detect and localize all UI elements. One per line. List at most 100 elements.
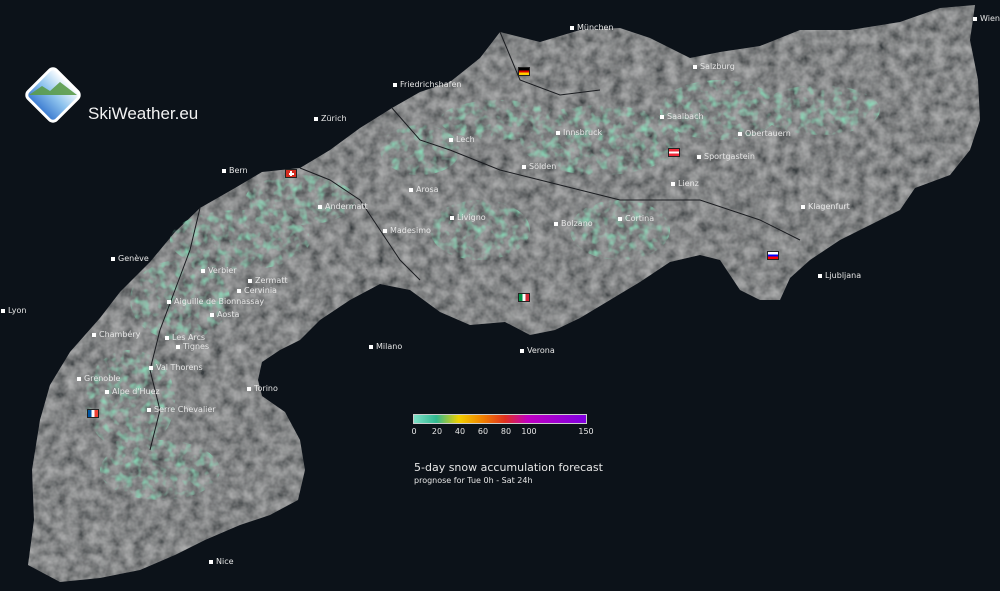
city-dot-icon bbox=[176, 345, 180, 349]
city-marker[interactable]: Andermatt bbox=[318, 202, 368, 212]
city-marker[interactable]: Nice bbox=[209, 557, 234, 567]
austria-flag bbox=[668, 148, 680, 157]
city-label: München bbox=[577, 23, 614, 32]
city-label: Aiguille de Bionnassay bbox=[174, 297, 265, 306]
legend-color-scale bbox=[413, 414, 587, 424]
city-marker[interactable]: Cortina bbox=[618, 214, 654, 224]
city-dot-icon bbox=[522, 165, 526, 169]
city-label: Saalbach bbox=[667, 112, 704, 121]
city-label: Lech bbox=[456, 135, 475, 144]
city-dot-icon bbox=[693, 65, 697, 69]
city-marker[interactable]: Verbier bbox=[201, 266, 237, 276]
city-marker[interactable]: Serre Chevalier bbox=[147, 405, 216, 415]
city-marker[interactable]: Zermatt bbox=[248, 276, 288, 286]
city-marker[interactable]: Klagenfurt bbox=[801, 202, 850, 212]
city-dot-icon bbox=[248, 279, 252, 283]
city-label: Cortina bbox=[625, 214, 655, 223]
city-dot-icon bbox=[210, 313, 214, 317]
city-marker[interactable]: Verona bbox=[520, 346, 555, 356]
city-dot-icon bbox=[450, 216, 454, 220]
city-dot-icon bbox=[409, 188, 413, 192]
legend-tick: 20 bbox=[431, 427, 443, 436]
city-label: Verbier bbox=[208, 266, 237, 275]
city-dot-icon bbox=[973, 17, 977, 21]
city-marker[interactable]: Tignes bbox=[176, 342, 209, 352]
city-marker[interactable]: Innsbruck bbox=[556, 128, 602, 138]
city-marker[interactable]: Aiguille de Bionnassay bbox=[167, 297, 264, 307]
city-dot-icon bbox=[449, 138, 453, 142]
city-marker[interactable]: Cervinia bbox=[237, 286, 277, 296]
city-marker[interactable]: Sportgastein bbox=[697, 152, 755, 162]
legend-tick: 40 bbox=[454, 427, 466, 436]
city-label: Arosa bbox=[416, 185, 439, 194]
city-marker[interactable]: Friedrichshafen bbox=[393, 80, 461, 90]
city-marker[interactable]: Bolzano bbox=[554, 219, 593, 229]
switzerland-flag bbox=[285, 169, 297, 178]
city-marker[interactable]: Milano bbox=[369, 342, 402, 352]
legend-tick: 60 bbox=[477, 427, 489, 436]
city-marker[interactable]: Wien bbox=[973, 14, 1000, 24]
city-dot-icon bbox=[1, 309, 5, 313]
city-dot-icon bbox=[556, 131, 560, 135]
city-label: Verona bbox=[527, 346, 555, 355]
city-marker[interactable]: Genève bbox=[111, 254, 149, 264]
city-dot-icon bbox=[393, 83, 397, 87]
city-label: Sportgastein bbox=[704, 152, 755, 161]
city-marker[interactable]: Arosa bbox=[409, 185, 439, 195]
legend-ticks: 0 20 40 60 80 100 150 bbox=[411, 424, 593, 438]
city-label: Torino bbox=[254, 384, 278, 393]
city-label: Zermatt bbox=[255, 276, 288, 285]
city-marker[interactable]: München bbox=[570, 23, 614, 33]
city-marker[interactable]: Val Thorens bbox=[149, 363, 203, 373]
city-marker[interactable]: Lech bbox=[449, 135, 475, 145]
legend-tick: 80 bbox=[500, 427, 512, 436]
city-dot-icon bbox=[237, 289, 241, 293]
city-marker[interactable]: Lyon bbox=[1, 306, 26, 316]
city-dot-icon bbox=[165, 336, 169, 340]
city-marker[interactable]: Saalbach bbox=[660, 112, 704, 122]
city-label: Alpe d'Huez bbox=[112, 387, 160, 396]
city-marker[interactable]: Salzburg bbox=[693, 62, 735, 72]
city-marker[interactable]: Ljubljana bbox=[818, 271, 861, 281]
city-marker[interactable]: Obertauern bbox=[738, 129, 791, 139]
city-label: Cervinia bbox=[244, 286, 277, 295]
city-dot-icon bbox=[671, 182, 675, 186]
city-dot-icon bbox=[201, 269, 205, 273]
city-label: Madesimo bbox=[390, 226, 431, 235]
city-label: Milano bbox=[376, 342, 403, 351]
city-dot-icon bbox=[383, 229, 387, 233]
city-label: Ljubljana bbox=[825, 271, 862, 280]
city-label: Chambéry bbox=[99, 330, 141, 339]
city-marker[interactable]: Bern bbox=[222, 166, 248, 176]
city-label: Lienz bbox=[678, 179, 699, 188]
city-dot-icon bbox=[660, 115, 664, 119]
city-dot-icon bbox=[318, 205, 322, 209]
city-label: Bolzano bbox=[561, 219, 593, 228]
city-label: Innsbruck bbox=[563, 128, 603, 137]
city-marker[interactable]: Alpe d'Huez bbox=[105, 387, 160, 397]
city-marker[interactable]: Zürich bbox=[314, 114, 347, 124]
city-marker[interactable]: Chambéry bbox=[92, 330, 140, 340]
city-dot-icon bbox=[111, 257, 115, 261]
city-marker[interactable]: Livigno bbox=[450, 213, 486, 223]
city-label: Aosta bbox=[217, 310, 240, 319]
city-dot-icon bbox=[618, 217, 622, 221]
city-dot-icon bbox=[247, 387, 251, 391]
city-marker[interactable]: Lienz bbox=[671, 179, 699, 189]
city-dot-icon bbox=[697, 155, 701, 159]
skiweather-logo[interactable]: SkiWeather.eu bbox=[20, 62, 198, 128]
city-dot-icon bbox=[147, 408, 151, 412]
city-label: Friedrichshafen bbox=[400, 80, 462, 89]
forecast-subtitle: prognose for Tue 0h - Sat 24h bbox=[414, 476, 533, 485]
city-marker[interactable]: Madesimo bbox=[383, 226, 431, 236]
city-dot-icon bbox=[209, 560, 213, 564]
city-marker[interactable]: Torino bbox=[247, 384, 278, 394]
city-dot-icon bbox=[520, 349, 524, 353]
city-marker[interactable]: Sölden bbox=[522, 162, 556, 172]
city-dot-icon bbox=[314, 117, 318, 121]
city-label: Zürich bbox=[321, 114, 347, 123]
city-marker[interactable]: Aosta bbox=[210, 310, 239, 320]
city-label: Sölden bbox=[529, 162, 557, 171]
city-marker[interactable]: Grenoble bbox=[77, 374, 120, 384]
city-label: Klagenfurt bbox=[808, 202, 850, 211]
